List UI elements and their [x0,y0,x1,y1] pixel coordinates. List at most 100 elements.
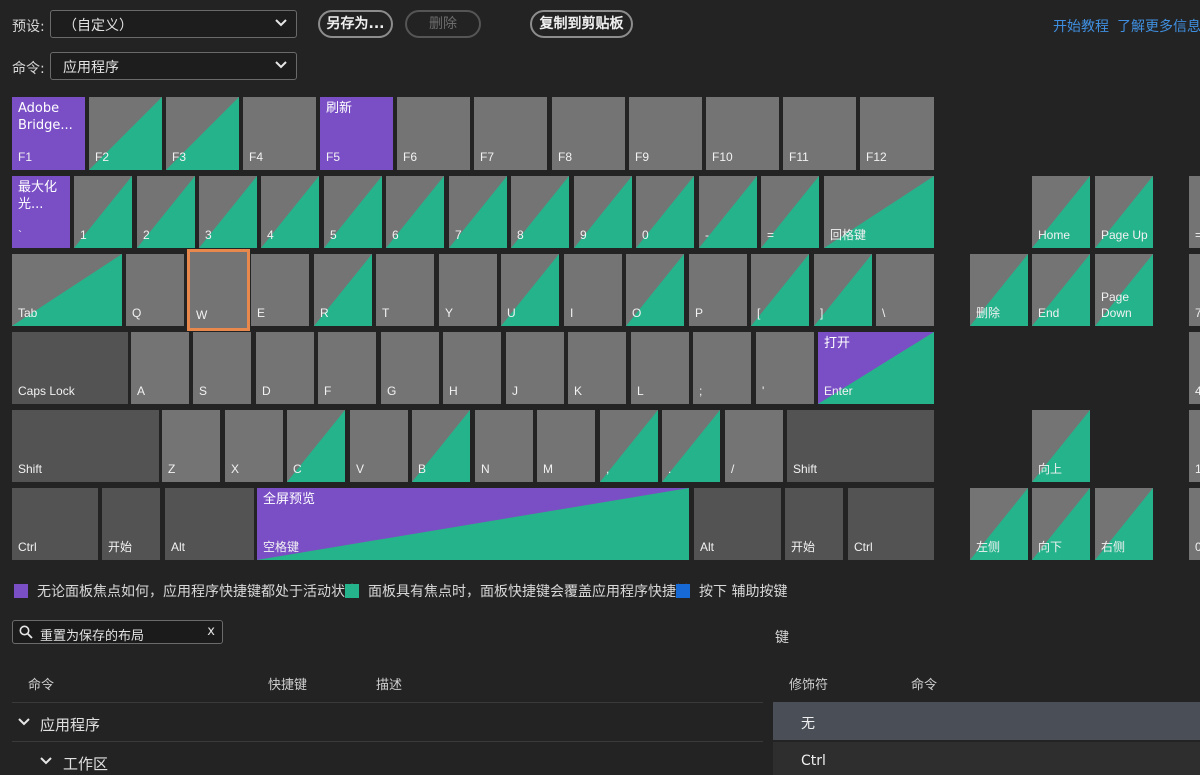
tree-row-workspace[interactable]: 工作区 [12,742,763,775]
key-home[interactable]: Home [1032,176,1090,248]
key-shift[interactable]: Shift [12,410,159,482]
key-h[interactable]: H [443,332,501,404]
key-w[interactable]: W [187,249,250,331]
key-l[interactable]: L [631,332,689,404]
key-][interactable]: ] [814,254,872,326]
key-2[interactable]: 2 [137,176,195,248]
legend-panel-override-text: 面板具有焦点时，面板快捷键会覆盖应用程序快捷键 [368,584,690,600]
key-5[interactable]: 5 [324,176,382,248]
key-8[interactable]: 8 [511,176,569,248]
key-c[interactable]: C [287,410,345,482]
key-q[interactable]: Q [126,254,184,326]
key-name-label: V [356,462,365,476]
key-'[interactable]: ' [756,332,814,404]
column-header-description: 描述 [376,678,403,693]
key-o[interactable]: O [626,254,684,326]
key-7[interactable]: 7 [449,176,507,248]
key-f7[interactable]: F7 [474,97,547,170]
key-3[interactable]: 3 [199,176,257,248]
column-header-modifier: 修饰符 [789,678,829,693]
key-page-up[interactable]: Page Up [1095,176,1153,248]
key-y[interactable]: Y [439,254,497,326]
key-i[interactable]: I [564,254,622,326]
key-f2[interactable]: F2 [89,97,162,170]
key-=[interactable]: = [1189,176,1200,248]
key-t[interactable]: T [376,254,434,326]
key-r[interactable]: R [314,254,372,326]
key-删除[interactable]: 删除 [970,254,1028,326]
key-f5[interactable]: 刷新 F5 [320,97,393,170]
key-f12[interactable]: F12 [860,97,934,170]
key-0[interactable]: 0 [1189,488,1200,560]
key-1[interactable]: 1 [74,176,132,248]
key-.[interactable]: . [662,410,720,482]
key-f8[interactable]: F8 [552,97,625,170]
key-开始[interactable]: 开始 [785,488,843,560]
key-name-label: I [570,306,574,320]
key-0[interactable]: 0 [636,176,694,248]
key-7[interactable]: 7 [1189,254,1200,326]
key-;[interactable]: ; [693,332,751,404]
search-input[interactable]: 重置为保存的布局 x [12,620,223,644]
key-d[interactable]: D [256,332,314,404]
key-开始[interactable]: 开始 [102,488,160,560]
key-f6[interactable]: F6 [397,97,470,170]
key-v[interactable]: V [350,410,408,482]
key-f10[interactable]: F10 [706,97,779,170]
key-caps-lock[interactable]: Caps Lock [12,332,128,404]
key-end[interactable]: End [1032,254,1090,326]
key-s[interactable]: S [193,332,251,404]
key-shift[interactable]: Shift [787,410,934,482]
key-b[interactable]: B [412,410,470,482]
key-f[interactable]: F [318,332,376,404]
key-=[interactable]: = [761,176,819,248]
key-u[interactable]: U [501,254,559,326]
key-1[interactable]: 1 [1189,410,1200,482]
tree-row-application[interactable]: 应用程序 [12,702,763,742]
key-空格键[interactable]: 全屏预览 空格键 [257,488,689,560]
key-k[interactable]: K [568,332,626,404]
key-\[interactable]: \ [876,254,934,326]
modifier-row-ctrl[interactable]: Ctrl [773,742,1200,775]
modifier-row-none[interactable]: 无 [773,702,1200,740]
key-右侧[interactable]: 右侧 [1095,488,1153,560]
key-/[interactable]: / [725,410,783,482]
key-ctrl[interactable]: Ctrl [848,488,934,560]
key-4[interactable]: 4 [261,176,319,248]
key-e[interactable]: E [251,254,309,326]
key-回格键[interactable]: 回格键 [824,176,934,248]
key--[interactable]: - [699,176,757,248]
key-f9[interactable]: F9 [629,97,702,170]
key-f3[interactable]: F3 [166,97,239,170]
key-n[interactable]: N [475,410,533,482]
key-j[interactable]: J [506,332,564,404]
key-m[interactable]: M [537,410,595,482]
key-page-down[interactable]: Page Down [1095,254,1153,326]
key-4[interactable]: 4 [1189,332,1200,404]
key-f11[interactable]: F11 [783,97,856,170]
key-alt[interactable]: Alt [694,488,781,560]
key-左侧[interactable]: 左侧 [970,488,1028,560]
key-p[interactable]: P [689,254,747,326]
key-6[interactable]: 6 [386,176,444,248]
key-`[interactable]: 最大化 光... ` [12,176,70,248]
key-f1[interactable]: Adobe Bridge... F1 [12,97,85,170]
key-g[interactable]: G [381,332,439,404]
key-,[interactable]: , [600,410,658,482]
key-f4[interactable]: F4 [243,97,316,170]
key-a[interactable]: A [131,332,189,404]
key-ctrl[interactable]: Ctrl [12,488,98,560]
key-9[interactable]: 9 [574,176,632,248]
key-name-label: 8 [517,228,524,242]
key-[[interactable]: [ [751,254,809,326]
clear-search-icon[interactable]: x [207,624,215,639]
key-z[interactable]: Z [162,410,220,482]
key-name-label: F10 [712,150,733,164]
key-向下[interactable]: 向下 [1032,488,1090,560]
key-alt[interactable]: Alt [165,488,254,560]
key-向上[interactable]: 向上 [1032,410,1090,482]
key-tab[interactable]: Tab [12,254,122,326]
key-name-label: = [767,228,775,242]
key-enter[interactable]: 打开 Enter [818,332,934,404]
key-x[interactable]: X [225,410,283,482]
